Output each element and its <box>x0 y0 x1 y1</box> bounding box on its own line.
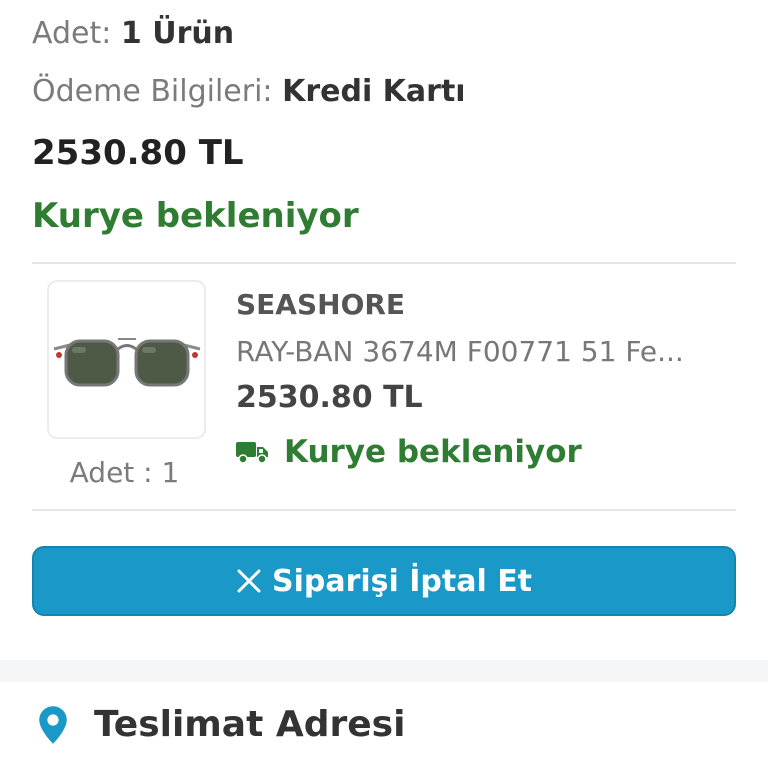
product-status-text: Kurye bekleniyor <box>284 434 582 470</box>
product-item[interactable]: Adet : 1 SEASHORE RAY-BAN 3674M F00771 5… <box>32 264 736 509</box>
quantity-row: Adet: 1 Ürün <box>32 16 234 51</box>
section-separator <box>0 660 768 682</box>
delivery-address-title: Teslimat Adresi <box>94 704 406 745</box>
cancel-order-button[interactable]: Siparişi İptal Et <box>32 546 736 616</box>
order-status: Kurye bekleniyor <box>32 196 359 236</box>
product-image[interactable] <box>47 280 206 439</box>
payment-value: Kredi Kartı <box>282 74 466 109</box>
delivery-address-header: Teslimat Adresi <box>34 704 405 745</box>
cancel-order-label: Siparişi İptal Et <box>271 563 533 599</box>
quantity-value: 1 Ürün <box>120 16 235 51</box>
payment-label: Ödeme Bilgileri: <box>32 74 273 109</box>
product-name[interactable]: RAY-BAN 3674M F00771 51 Fe... <box>236 335 736 368</box>
payment-row: Ödeme Bilgileri: Kredi Kartı <box>32 74 466 109</box>
product-price: 2530.80 TL <box>236 380 423 415</box>
divider <box>32 509 736 511</box>
product-brand: SEASHORE <box>236 288 406 321</box>
truck-icon <box>236 442 268 464</box>
quantity-label: Adet: <box>32 16 112 51</box>
sunglasses-image <box>53 337 200 386</box>
order-total: 2530.80 TL <box>32 133 244 173</box>
product-quantity: Adet : 1 <box>69 456 180 489</box>
order-summary: Adet: 1 Ürün Ödeme Bilgileri: Kredi Kart… <box>0 0 768 262</box>
product-status: Kurye bekleniyor <box>236 434 582 470</box>
close-icon <box>237 569 261 593</box>
location-pin-icon <box>39 705 67 744</box>
